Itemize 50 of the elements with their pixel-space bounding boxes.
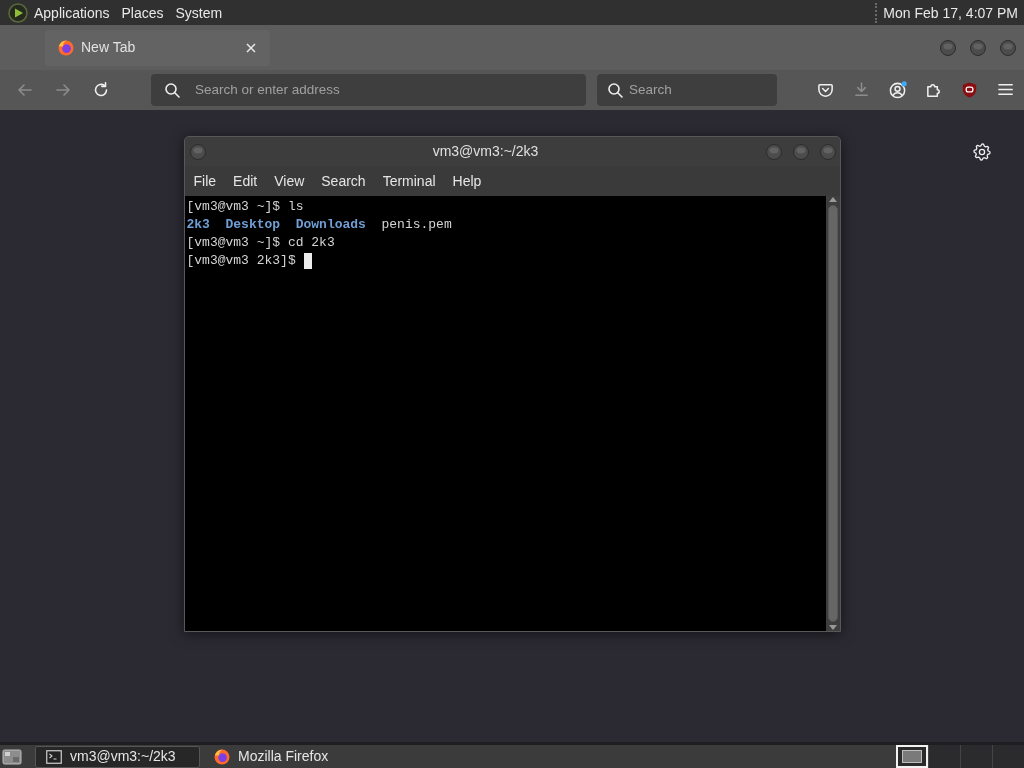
terminal-line: [vm3@vm3 2k3]$ [186, 252, 296, 270]
taskbar-button[interactable]: Mozilla Firefox [203, 745, 368, 768]
directory-name: Downloads [295, 216, 366, 234]
scrollbar-thumb[interactable] [827, 205, 838, 622]
window-menu-icon[interactable] [189, 143, 206, 160]
window-thumbnail-icon [902, 750, 922, 763]
pocket-icon[interactable] [817, 81, 835, 99]
browser-logo-icon [214, 748, 230, 765]
logo-icon[interactable] [8, 2, 28, 23]
terminal-line: [vm3@vm3 ~]$ ls [186, 198, 304, 216]
show-desktop-icon[interactable] [2, 747, 22, 766]
window-control-icon[interactable] [970, 39, 986, 56]
scroll-down-arrow-icon[interactable] [828, 625, 837, 630]
window-control-icon[interactable] [792, 143, 809, 160]
panel-menu[interactable]: Applications [28, 1, 116, 24]
scroll-up-arrow-icon[interactable] [828, 197, 837, 202]
directory-name: Desktop [225, 216, 281, 234]
search-icon [164, 82, 180, 98]
panel-menu[interactable]: Places [115, 1, 170, 24]
menu-item[interactable]: File [193, 170, 217, 192]
browser-tab[interactable]: New Tab [45, 29, 270, 66]
search-icon [607, 82, 623, 98]
menu-item[interactable]: Search [321, 170, 366, 192]
browser-logo-icon [58, 39, 74, 56]
address-bar[interactable]: Search or enter address [151, 74, 586, 106]
menu-item[interactable]: View [274, 170, 305, 192]
file-name: penis.pem [381, 216, 452, 234]
menu-item[interactable]: Terminal [382, 170, 436, 192]
terminal-icon [46, 749, 62, 764]
settings-icon[interactable] [973, 143, 991, 161]
panel-clock: Mon Feb 17, 4:07 PM [883, 3, 1018, 23]
close-icon[interactable] [246, 42, 256, 53]
window-control-icon[interactable] [765, 143, 782, 160]
window-control-icon[interactable] [1000, 39, 1016, 56]
window-control-icon[interactable] [940, 39, 956, 56]
panel-menu[interactable]: System [169, 1, 229, 24]
menu-item[interactable]: Help [452, 170, 482, 192]
terminal-line: [vm3@vm3 ~]$ cd 2k3 [186, 234, 335, 252]
directory-name: 2k3 [186, 216, 210, 234]
menu-item[interactable]: Edit [233, 170, 258, 192]
shield-icon[interactable] [961, 81, 979, 99]
taskbar-button[interactable]: vm3@vm3:~/2k3 [35, 745, 200, 768]
account-icon[interactable] [889, 81, 907, 99]
reload-icon[interactable] [92, 81, 110, 99]
window-title: vm3@vm3:~/2k3 [431, 142, 540, 161]
search-bar[interactable]: Search [597, 74, 777, 106]
address-input[interactable]: Search or enter address [195, 79, 574, 101]
window-control-icon[interactable] [819, 143, 836, 160]
search-input[interactable]: Search [629, 79, 767, 101]
puzzle-piece-icon[interactable] [925, 81, 943, 99]
